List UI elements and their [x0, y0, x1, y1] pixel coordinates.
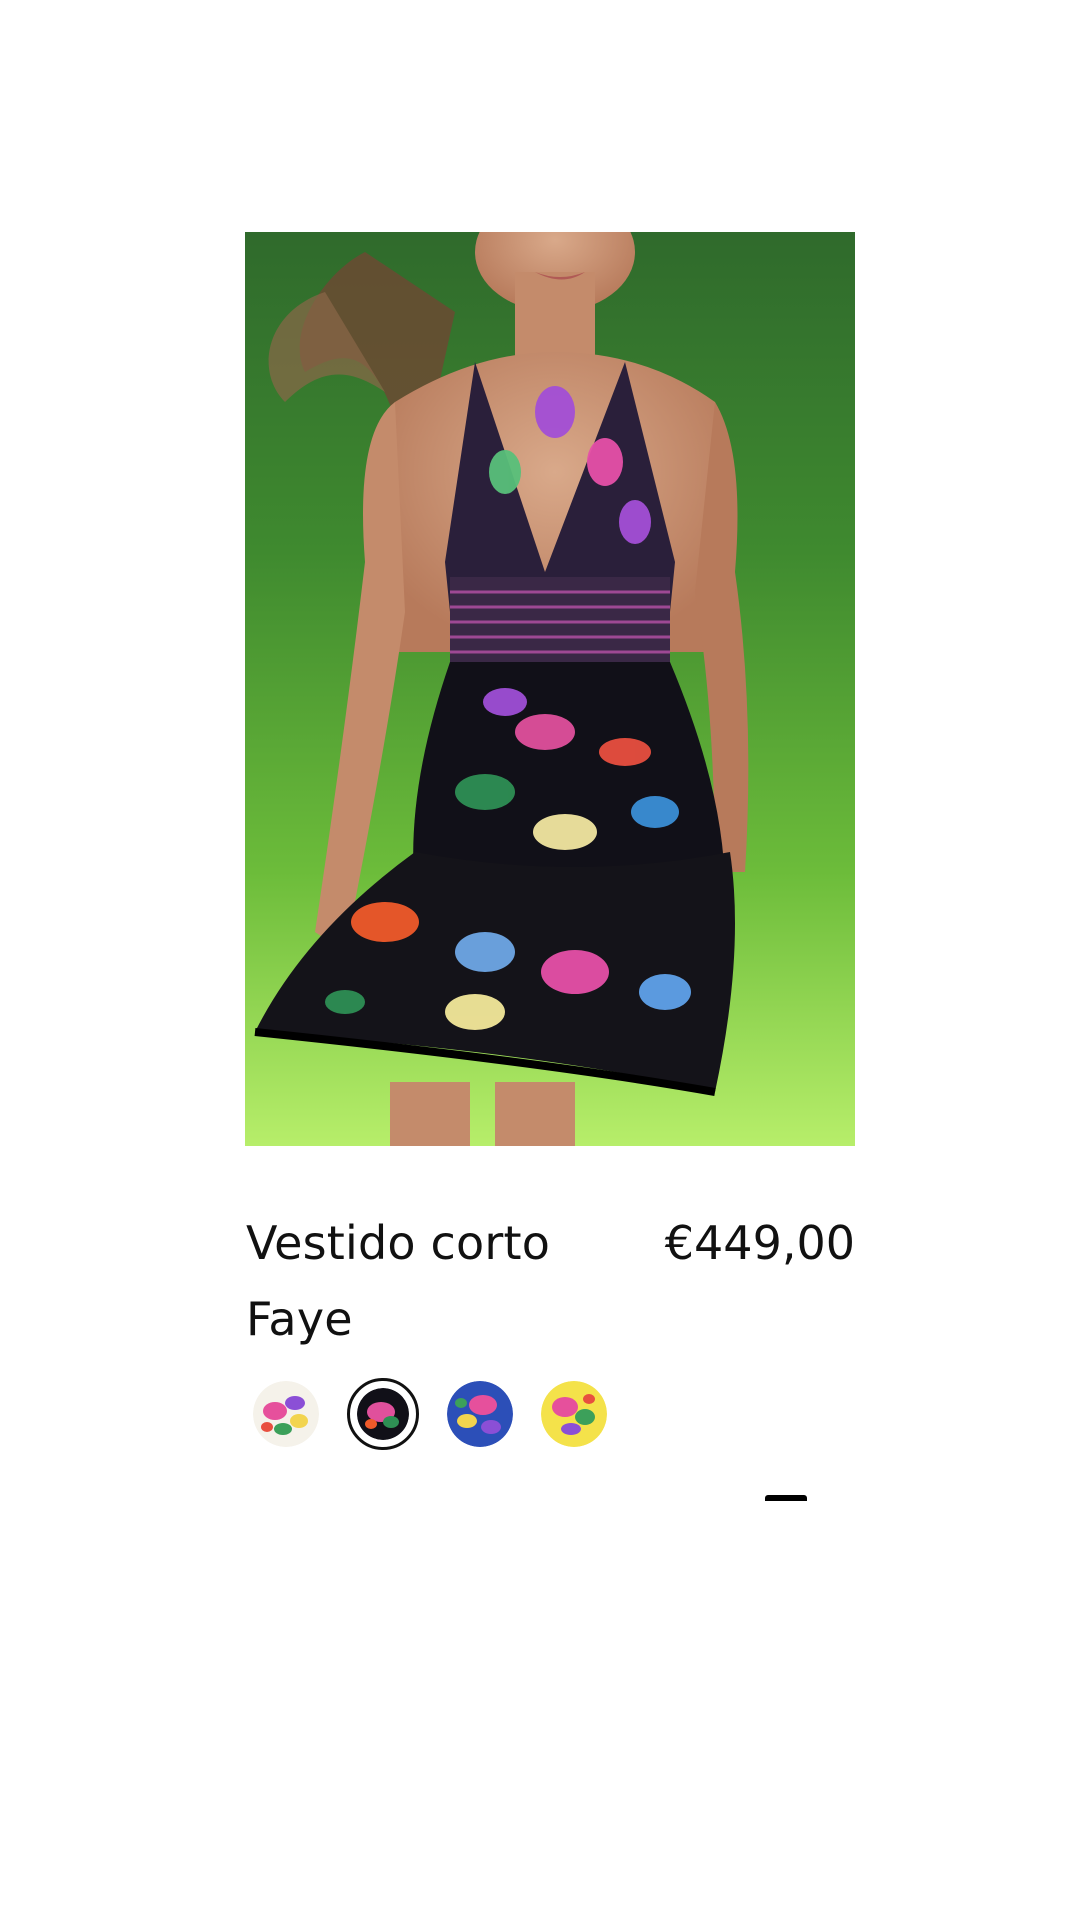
product-price: €449,00 — [664, 1216, 855, 1270]
color-swatches — [253, 1378, 607, 1450]
product-title[interactable]: Vestido corto Faye — [246, 1205, 606, 1357]
black-butterfly-pattern-icon — [357, 1388, 409, 1440]
yellow-floral-pattern-icon — [541, 1381, 607, 1447]
dress-photo-illustration — [254, 232, 749, 1146]
swatch-black-butterfly[interactable] — [347, 1378, 419, 1450]
partial-element — [765, 1495, 807, 1501]
swatch-yellow-floral[interactable] — [541, 1381, 607, 1447]
product-image[interactable] — [245, 232, 855, 1146]
blue-butterfly-pattern-icon — [447, 1381, 513, 1447]
swatch-blue-butterfly[interactable] — [447, 1381, 513, 1447]
white-floral-pattern-icon — [253, 1381, 319, 1447]
swatch-white-floral[interactable] — [253, 1381, 319, 1447]
